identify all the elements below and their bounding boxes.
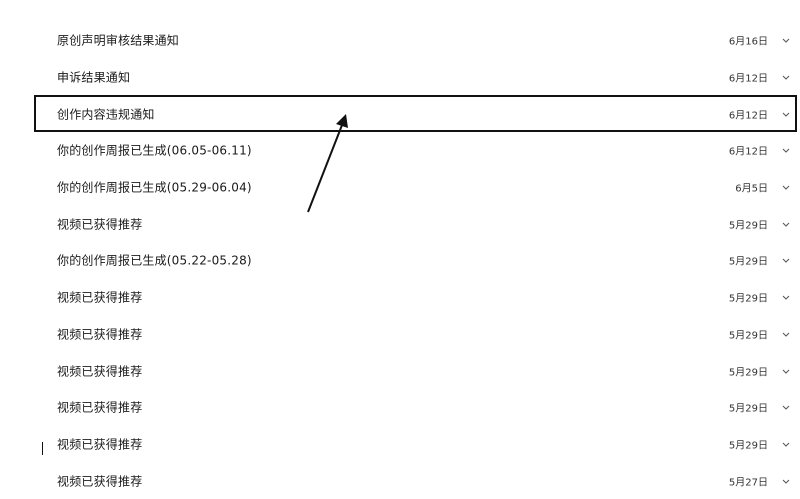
chevron-down-icon[interactable] (782, 403, 790, 411)
notification-date: 5月29日 (728, 330, 768, 342)
notification-row[interactable]: 视频已获得推荐 5月29日 (0, 426, 800, 463)
notification-date: 5月29日 (728, 256, 768, 268)
notification-date: 6月12日 (728, 73, 768, 85)
notification-row[interactable]: 原创声明审核结果通知 6月16日 (0, 22, 800, 59)
notification-date: 5月29日 (728, 403, 768, 415)
chevron-down-icon[interactable] (782, 73, 790, 81)
chevron-down-icon[interactable] (782, 146, 790, 154)
notification-row[interactable]: 视频已获得推荐 5月29日 (0, 279, 800, 316)
text-cursor (42, 442, 43, 455)
notification-date: 5月27日 (728, 477, 768, 489)
notification-row[interactable]: 视频已获得推荐 5月29日 (0, 316, 800, 353)
notification-date: 6月12日 (728, 110, 768, 122)
notification-date: 5月29日 (728, 440, 768, 452)
notification-date: 5月29日 (728, 293, 768, 305)
chevron-down-icon[interactable] (782, 183, 790, 191)
notification-row[interactable]: 你的创作周报已生成(05.29-06.04) 6月5日 (0, 169, 800, 206)
notification-title: 创作内容违规通知 (57, 107, 155, 122)
notification-title: 视频已获得推荐 (57, 474, 143, 489)
notification-title: 视频已获得推荐 (57, 437, 143, 452)
notification-title: 你的创作周报已生成(05.29-06.04) (57, 180, 252, 195)
notification-row[interactable]: 视频已获得推荐 5月29日 (0, 205, 800, 242)
notification-title: 原创声明审核结果通知 (57, 33, 180, 48)
chevron-down-icon[interactable] (782, 293, 790, 301)
chevron-down-icon[interactable] (782, 220, 790, 228)
chevron-down-icon[interactable] (782, 330, 790, 338)
notification-date: 6月5日 (735, 183, 768, 195)
notification-row-highlighted[interactable]: 创作内容违规通知 6月12日 (34, 95, 797, 133)
notification-title: 申诉结果通知 (57, 70, 131, 85)
notification-list: 原创声明审核结果通知 6月16日 申诉结果通知 6月12日 创作内容违规通知 6… (0, 22, 800, 499)
notification-row[interactable]: 你的创作周报已生成(06.05-06.11) 6月12日 (0, 132, 800, 169)
notification-date: 5月29日 (728, 367, 768, 379)
chevron-down-icon[interactable] (782, 36, 790, 44)
chevron-down-icon[interactable] (782, 367, 790, 375)
notification-title: 视频已获得推荐 (57, 400, 143, 415)
chevron-down-icon[interactable] (782, 110, 790, 118)
notification-title: 视频已获得推荐 (57, 217, 143, 232)
notification-date: 6月16日 (728, 36, 768, 48)
notification-row[interactable]: 视频已获得推荐 5月27日 (0, 462, 800, 499)
notification-date: 6月12日 (728, 146, 768, 158)
chevron-down-icon[interactable] (782, 477, 790, 485)
chevron-down-icon[interactable] (782, 440, 790, 448)
notification-row[interactable]: 你的创作周报已生成(05.22-05.28) 5月29日 (0, 242, 800, 279)
notification-row[interactable]: 视频已获得推荐 5月29日 (0, 352, 800, 389)
notification-date: 5月29日 (728, 220, 768, 232)
notification-title: 视频已获得推荐 (57, 290, 143, 305)
notification-row[interactable]: 视频已获得推荐 5月29日 (0, 389, 800, 426)
notification-title: 视频已获得推荐 (57, 327, 143, 342)
notification-title: 视频已获得推荐 (57, 364, 143, 379)
notification-title: 你的创作周报已生成(06.05-06.11) (57, 143, 252, 158)
chevron-down-icon[interactable] (782, 256, 790, 264)
notification-row[interactable]: 申诉结果通知 6月12日 (0, 59, 800, 96)
notification-title: 你的创作周报已生成(05.22-05.28) (57, 253, 252, 268)
